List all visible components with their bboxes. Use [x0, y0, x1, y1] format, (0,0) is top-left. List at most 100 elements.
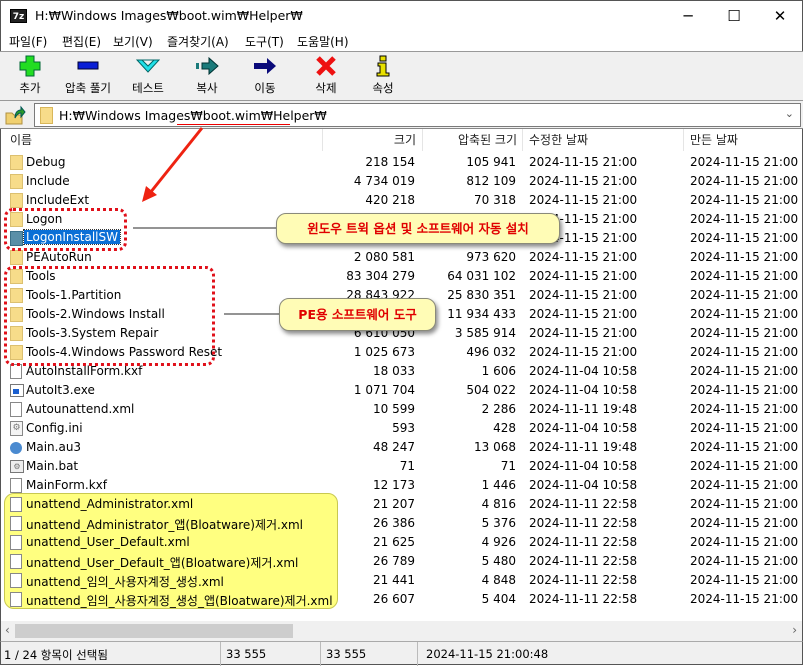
file-packed-size: 496 032: [466, 345, 516, 359]
close-button[interactable]: ✕: [757, 1, 803, 31]
column-header-name[interactable]: 이름: [10, 129, 32, 151]
file-created: 2024-11-15 21:00: [690, 269, 799, 283]
column-header-size[interactable]: 크기: [394, 129, 416, 151]
column-header-modified[interactable]: 수정한 날짜: [529, 129, 588, 151]
file-size: 26 789: [373, 554, 415, 568]
file-created: 2024-11-15 21:00: [690, 307, 799, 321]
file-name: PEAutoRun: [26, 250, 92, 264]
file-packed-size: 504 022: [466, 383, 516, 397]
file-created: 2024-11-15 21:00: [690, 516, 799, 530]
file-row[interactable]: unattend_User_Default_앱(Bloatware)제거.xml…: [1, 552, 801, 571]
column-divider: [522, 129, 523, 151]
file-row[interactable]: AutoIt3.exe 1 071 704 504 022 2024-11-04…: [1, 381, 801, 400]
file-created: 2024-11-15 21:00: [690, 535, 799, 549]
extract-button[interactable]: 압축 풀기: [61, 54, 115, 100]
file-size: 21 207: [373, 497, 415, 511]
file-name: IncludeExt: [26, 193, 90, 207]
file-modified: 2024-11-15 21:00: [529, 345, 638, 359]
file-row[interactable]: Main.au3 48 247 13 068 2024-11-11 19:48 …: [1, 438, 801, 457]
column-header-packed[interactable]: 압축된 크기: [458, 129, 517, 151]
minimize-button[interactable]: ─: [665, 1, 711, 31]
file-packed-size: 71: [500, 459, 516, 473]
file-modified: 2024-11-15 21:00: [529, 174, 638, 188]
file-packed-size: 25 830 351: [447, 288, 516, 302]
properties-button[interactable]: 속성: [356, 54, 410, 100]
folder-icon: [40, 107, 53, 124]
window-title: H:₩Windows Images₩boot.wim₩Helper₩: [35, 8, 303, 23]
scroll-right-icon[interactable]: ›: [792, 623, 797, 637]
file-packed-size: 105 941: [466, 155, 516, 169]
copy-button[interactable]: 복사: [180, 54, 234, 100]
file-icon: [10, 497, 23, 512]
file-modified: 2024-11-11 22:58: [529, 573, 638, 587]
file-row[interactable]: unattend_Administrator.xml 21 207 4 816 …: [1, 495, 801, 514]
file-packed-size: 973 620: [466, 250, 516, 264]
file-row[interactable]: Include 4 734 019 812 109 2024-11-15 21:…: [1, 172, 801, 191]
file-modified: 2024-11-04 10:58: [529, 459, 638, 473]
file-row[interactable]: ⚙ Config.ini 593 428 2024-11-04 10:58 20…: [1, 419, 801, 438]
file-created: 2024-11-15 21:00: [690, 345, 799, 359]
status-bar: 1 / 24 항목이 선택됨 33 555 33 555 2024-11-15 …: [0, 641, 803, 666]
file-packed-size: 812 109: [466, 174, 516, 188]
add-button[interactable]: 추가: [3, 54, 57, 100]
file-created: 2024-11-15 21:00: [690, 421, 799, 435]
status-selection: 1 / 24 항목이 선택됨: [4, 648, 108, 662]
file-created: 2024-11-15 21:00: [690, 326, 799, 340]
menu-edit[interactable]: 편집(E): [62, 33, 101, 50]
test-button[interactable]: 테스트: [121, 54, 175, 100]
column-header-created[interactable]: 만든 날짜: [690, 129, 738, 151]
file-modified: 2024-11-15 21:00: [529, 326, 638, 340]
annotation-box-logon: [4, 208, 127, 251]
column-divider: [422, 129, 423, 151]
menu-file[interactable]: 파일(F): [9, 33, 47, 50]
file-created: 2024-11-15 21:00: [690, 193, 799, 207]
horizontal-scrollbar[interactable]: ‹ ›: [0, 621, 803, 641]
file-row[interactable]: unattend_User_Default.xml 21 625 4 926 2…: [1, 533, 801, 552]
file-modified: 2024-11-11 22:58: [529, 516, 638, 530]
menu-favorites[interactable]: 즐겨찾기(A): [167, 33, 229, 50]
file-row[interactable]: Debug 218 154 105 941 2024-11-15 21:00 2…: [1, 153, 801, 172]
file-packed-size: 5 404: [481, 592, 516, 606]
chevron-down-icon[interactable]: ⌄: [785, 107, 794, 120]
file-size: 1 071 704: [353, 383, 415, 397]
file-name: Include: [26, 174, 70, 188]
file-modified: 2024-11-11 19:48: [529, 440, 638, 454]
title-bar: 7z H:₩Windows Images₩boot.wim₩Helper₩ ─ …: [0, 0, 803, 30]
file-row[interactable]: unattend_임의_사용자계정_생성.xml 21 441 4 848 20…: [1, 571, 801, 590]
file-created: 2024-11-15 21:00: [690, 155, 799, 169]
delete-button[interactable]: 삭제: [299, 54, 353, 100]
file-modified: 2024-11-15 21:00: [529, 155, 638, 169]
file-packed-size: 428: [493, 421, 516, 435]
scroll-left-icon[interactable]: ‹: [5, 623, 10, 637]
file-size: 420 218: [365, 193, 415, 207]
file-created: 2024-11-15 21:00: [690, 288, 799, 302]
file-modified: 2024-11-15 21:00: [529, 193, 638, 207]
app-logo-icon: 7z: [10, 9, 27, 23]
menu-help[interactable]: 도움말(H): [297, 33, 349, 50]
annotation-box-tools: [4, 266, 215, 366]
file-row[interactable]: Autounattend.xml 10 599 2 286 2024-11-11…: [1, 400, 801, 419]
properties-label: 속성: [372, 81, 394, 95]
folder-up-icon[interactable]: [4, 105, 26, 125]
file-row[interactable]: PEAutoRun 2 080 581 973 620 2024-11-15 2…: [1, 248, 801, 267]
menu-tools[interactable]: 도구(T): [245, 33, 284, 50]
scrollbar-thumb[interactable]: [15, 624, 293, 638]
menu-view[interactable]: 보기(V): [113, 33, 153, 50]
file-row[interactable]: IncludeExt 420 218 70 318 2024-11-15 21:…: [1, 191, 801, 210]
extract-icon: [61, 54, 115, 78]
maximize-button[interactable]: ☐: [711, 1, 757, 31]
file-row[interactable]: unattend_Administrator_앱(Bloatware)제거.xm…: [1, 514, 801, 533]
file-row[interactable]: unattend_임의_사용자계정_생성_앱(Bloatware)제거.xml …: [1, 590, 801, 609]
file-row[interactable]: ⚙ Main.bat 71 71 2024-11-04 10:58 2024-1…: [1, 457, 801, 476]
file-modified: 2024-11-11 19:48: [529, 402, 638, 416]
status-divider: [417, 642, 418, 666]
ini-icon: ⚙: [10, 421, 23, 436]
file-modified: 2024-11-11 22:58: [529, 497, 638, 511]
file-row[interactable]: MainForm.kxf 12 173 1 446 2024-11-04 10:…: [1, 476, 801, 495]
move-button[interactable]: 이동: [238, 54, 292, 100]
bat-icon: ⚙: [10, 459, 24, 474]
file-name: Autounattend.xml: [26, 402, 135, 416]
file-packed-size: 70 318: [474, 193, 516, 207]
file-modified: 2024-11-11 22:58: [529, 535, 638, 549]
address-bar[interactable]: H:₩Windows Images₩boot.wim₩Helper₩ ⌄: [34, 103, 801, 127]
